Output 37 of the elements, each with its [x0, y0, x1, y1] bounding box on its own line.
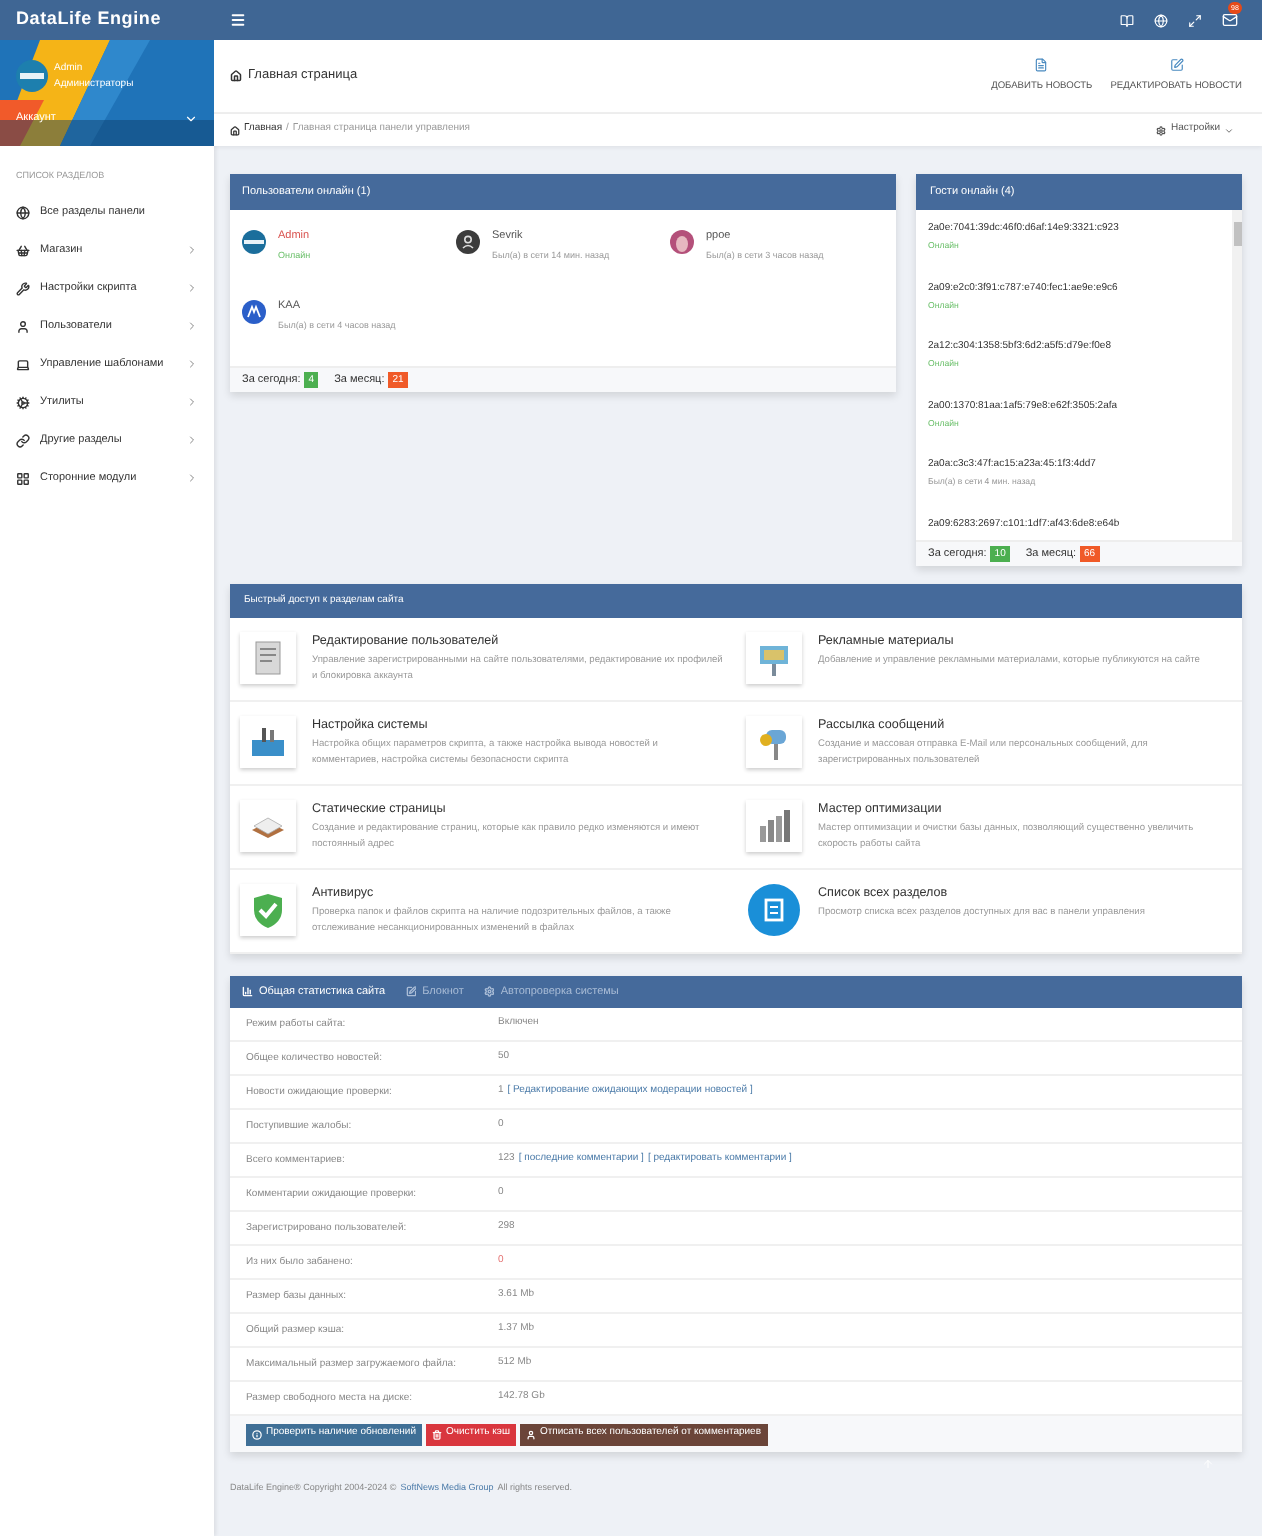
- basket-icon: [16, 243, 30, 258]
- globe-icon: [16, 205, 30, 220]
- laptop-icon: [16, 357, 30, 372]
- info-icon: [252, 1429, 262, 1439]
- shield-check-icon: [248, 890, 288, 930]
- wrench-icon: [16, 281, 30, 296]
- avatar-icon: [670, 230, 694, 254]
- user-icon: [16, 319, 30, 334]
- avatar-icon: [242, 230, 266, 254]
- gear-icon: [16, 395, 30, 410]
- caret-icon: [184, 111, 198, 126]
- caret-icon: [1224, 125, 1234, 135]
- scrollbar[interactable]: [1232, 210, 1242, 540]
- edit-icon: [1169, 57, 1184, 72]
- clipboard-icon: [748, 884, 800, 936]
- home-icon: [230, 125, 240, 135]
- profile-avatar-icon: [16, 60, 48, 92]
- document-icon: [1034, 57, 1049, 72]
- user-icon: [525, 1429, 536, 1439]
- grid-icon: [16, 471, 30, 486]
- menu-icon[interactable]: [230, 12, 246, 28]
- avatar-icon: [456, 230, 480, 254]
- app-title: DataLife Engine: [16, 6, 162, 33]
- globe-icon[interactable]: [1154, 13, 1168, 27]
- bar-chart-icon: [754, 806, 794, 846]
- expand-icon[interactable]: [1188, 13, 1202, 27]
- settings-icon: [1156, 125, 1167, 135]
- edit-icon: [405, 986, 417, 998]
- link-icon: [16, 433, 30, 448]
- trash-icon: [432, 1429, 442, 1439]
- home-icon: [230, 70, 242, 82]
- mail-icon[interactable]: [1222, 12, 1238, 28]
- toolbox-icon: [248, 722, 288, 762]
- chart-icon: [242, 986, 253, 998]
- avatar-icon: [242, 300, 266, 324]
- book-icon[interactable]: [1120, 13, 1134, 27]
- gear-icon: [483, 986, 495, 998]
